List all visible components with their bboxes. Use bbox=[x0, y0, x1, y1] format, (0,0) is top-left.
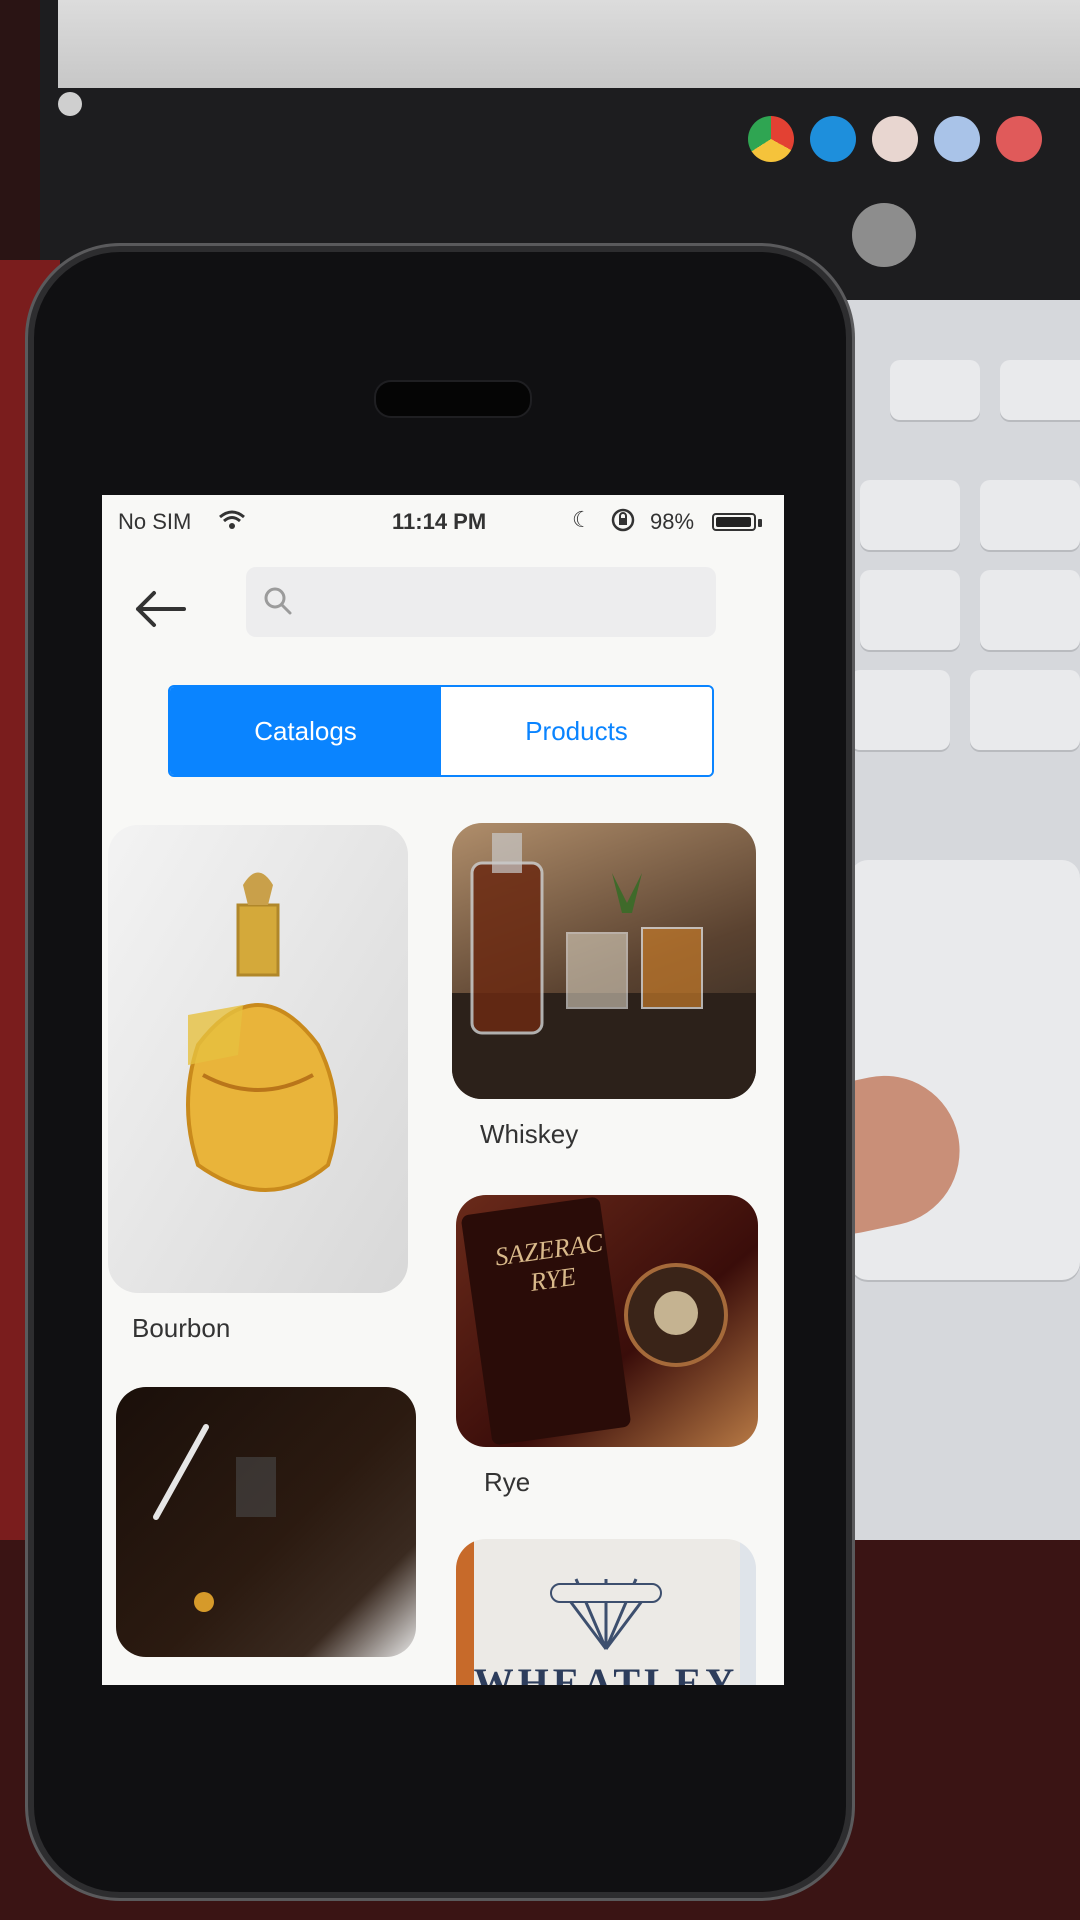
catalog-label-rye: Rye bbox=[484, 1467, 531, 1497]
battery-icon bbox=[712, 513, 756, 531]
wifi-icon bbox=[218, 509, 246, 537]
keyboard-key bbox=[980, 570, 1080, 650]
rye-image bbox=[461, 1197, 728, 1445]
arrow-left-icon bbox=[136, 591, 186, 627]
status-bar: No SIM 11:14 PM ☾ 98% bbox=[102, 495, 784, 545]
photos-icon bbox=[872, 116, 918, 162]
app-screen: No SIM 11:14 PM ☾ 98% Catalogs Products bbox=[102, 495, 784, 1685]
laptop-dock bbox=[748, 116, 1042, 162]
search-icon bbox=[262, 585, 294, 617]
laptop-display bbox=[58, 0, 1080, 88]
carrier-label: No SIM bbox=[118, 509, 192, 534]
catalog-card-dark-bottle[interactable] bbox=[116, 1387, 416, 1657]
catalog-card-bourbon[interactable] bbox=[108, 825, 408, 1293]
keyboard-key bbox=[850, 670, 950, 750]
whiskey-image bbox=[452, 833, 756, 1099]
battery-percent: 98% bbox=[650, 509, 695, 534]
catalog-product-toggle: Catalogs Products bbox=[168, 685, 714, 777]
bourbon-bottle-image bbox=[186, 872, 338, 1192]
app-icon bbox=[996, 116, 1042, 162]
tab-catalogs[interactable]: Catalogs bbox=[170, 687, 441, 775]
moon-icon: ☾ bbox=[572, 507, 592, 532]
apple-logo-icon bbox=[852, 203, 916, 267]
catalog-card-wheatley[interactable]: WHEATLEY bbox=[456, 1539, 756, 1685]
webcam-icon bbox=[58, 92, 82, 116]
keyboard-key bbox=[860, 570, 960, 650]
catalog-label-bourbon: Bourbon bbox=[132, 1313, 231, 1343]
chrome-icon bbox=[748, 116, 794, 162]
keyboard-key bbox=[890, 360, 980, 420]
keyboard-key bbox=[970, 670, 1080, 750]
finder-icon bbox=[934, 116, 980, 162]
battery-level bbox=[716, 517, 752, 527]
catalog-label-whiskey: Whiskey bbox=[480, 1119, 579, 1149]
wheatley-brand: WHEATLEY bbox=[473, 1660, 739, 1685]
keyboard-key bbox=[860, 480, 960, 550]
search-input[interactable] bbox=[246, 567, 716, 637]
catalog-card-whiskey[interactable] bbox=[452, 823, 756, 1099]
laptop-keyboard bbox=[820, 300, 1080, 1540]
back-button[interactable] bbox=[130, 585, 190, 645]
tab-products[interactable]: Products bbox=[441, 687, 712, 775]
dark-bottle-image bbox=[153, 1424, 276, 1612]
earpiece bbox=[374, 380, 532, 418]
clock: 11:14 PM bbox=[392, 509, 487, 534]
battery-cap bbox=[758, 519, 762, 527]
rotation-lock-icon bbox=[610, 507, 636, 539]
keyboard-key bbox=[1000, 360, 1080, 420]
keyboard-key bbox=[980, 480, 1080, 550]
browser-icon bbox=[810, 116, 856, 162]
catalog-card-rye[interactable]: SAZERAC RYE bbox=[456, 1195, 758, 1447]
